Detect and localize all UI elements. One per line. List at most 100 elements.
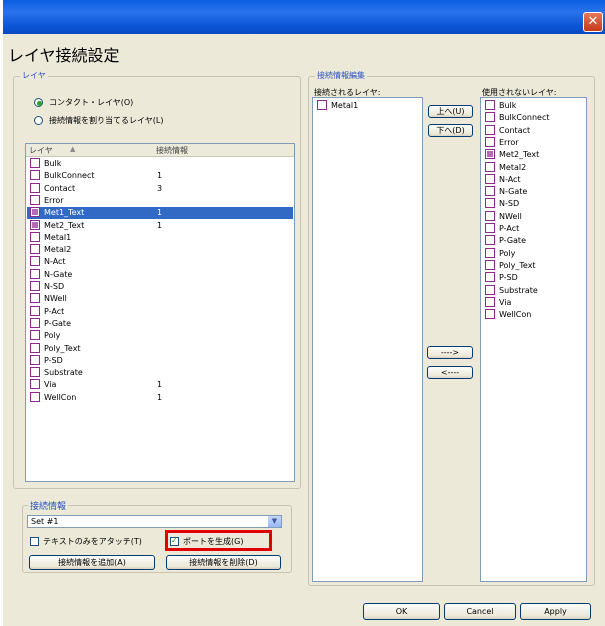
layer-name: N-SD bbox=[499, 199, 520, 209]
close-icon[interactable]: ✕ bbox=[583, 12, 603, 32]
list-item[interactable]: Metal2 bbox=[27, 244, 293, 256]
contact-layer-radio-label[interactable]: コンタクト・レイヤ(O) bbox=[49, 97, 133, 108]
layer-name: NWell bbox=[499, 211, 522, 221]
layer-name: Poly_Text bbox=[499, 260, 536, 270]
connected-layers-list[interactable]: Metal1 bbox=[312, 97, 423, 582]
assign-connection-radio[interactable] bbox=[34, 116, 43, 125]
list-item[interactable]: N-Gate bbox=[27, 268, 293, 281]
layer-name: P-SD bbox=[499, 273, 518, 283]
layer-name: Bulk bbox=[44, 159, 62, 168]
list-item[interactable]: P-Gate bbox=[27, 317, 293, 330]
layer-list[interactable]: レイヤ ▲ 接続情報 Bulk BulkConnect 1 Contact 3 Error… bbox=[25, 143, 295, 482]
layer-color-swatch bbox=[30, 268, 40, 279]
unused-layers-list[interactable]: Bulk BulkConnect Contact Error Met2_Text Meta… bbox=[480, 97, 587, 582]
list-item[interactable]: Poly bbox=[482, 247, 585, 260]
list-item[interactable]: Contact 3 bbox=[27, 182, 293, 195]
list-item[interactable]: P-Act bbox=[27, 305, 293, 318]
layer-name: N-Act bbox=[44, 257, 66, 267]
layer-color-swatch bbox=[30, 207, 40, 218]
list-item[interactable]: Met2_Text bbox=[482, 149, 585, 161]
layer-color-swatch bbox=[485, 247, 495, 258]
connection-value: 1 bbox=[157, 392, 163, 402]
layer-color-swatch bbox=[30, 281, 40, 291]
list-item[interactable]: Met2_Text 1 bbox=[27, 219, 293, 232]
list-item[interactable]: Bulk bbox=[482, 100, 585, 112]
move-right-button[interactable]: ----> bbox=[427, 346, 473, 359]
contact-layer-radio[interactable] bbox=[34, 98, 43, 107]
generate-port-checkbox[interactable] bbox=[170, 536, 179, 546]
connection-value: 1 bbox=[157, 380, 163, 390]
list-item[interactable]: Poly bbox=[27, 330, 293, 342]
layer-color-swatch bbox=[485, 161, 495, 172]
delete-connection-button[interactable]: 接続情報を削除(D) bbox=[166, 555, 281, 570]
assign-connection-radio-label[interactable]: 接続情報を割り当てるレイヤ(L) bbox=[49, 115, 163, 126]
layer-name: Met1_Text bbox=[44, 208, 85, 218]
list-item[interactable]: NWell bbox=[27, 293, 293, 305]
list-item[interactable]: Met1_Text 1 bbox=[27, 207, 293, 220]
layer-name: Substrate bbox=[44, 368, 83, 378]
list-item[interactable]: Substrate bbox=[482, 284, 585, 297]
list-item[interactable]: NWell bbox=[482, 210, 585, 223]
layer-color-swatch bbox=[30, 317, 40, 328]
layer-color-swatch bbox=[317, 100, 327, 110]
connection-value: 1 bbox=[157, 208, 163, 218]
connection-set-select[interactable]: Set #1 ▼ bbox=[27, 515, 282, 528]
attach-text-only-checkbox[interactable] bbox=[30, 537, 39, 546]
list-item[interactable]: N-SD bbox=[27, 281, 293, 293]
move-down-button[interactable]: 下へ(D) bbox=[428, 124, 473, 137]
list-item[interactable]: Metal1 bbox=[314, 100, 417, 112]
move-left-button[interactable]: <---- bbox=[427, 366, 473, 379]
layer-color-swatch bbox=[485, 100, 495, 110]
layer-name: Poly bbox=[44, 331, 61, 341]
layer-color-swatch bbox=[485, 284, 495, 295]
list-item[interactable]: WellCon 1 bbox=[27, 391, 293, 404]
chevron-down-icon[interactable]: ▼ bbox=[268, 516, 281, 527]
layer-color-swatch bbox=[485, 112, 495, 123]
list-item[interactable]: Via 1 bbox=[27, 379, 293, 391]
layer-color-swatch bbox=[30, 305, 40, 316]
layer-name: BulkConnect bbox=[44, 171, 95, 181]
generate-port-label[interactable]: ポートを生成(G) bbox=[183, 536, 243, 547]
layer-name: Error bbox=[499, 137, 519, 147]
list-item[interactable]: Via bbox=[482, 296, 585, 309]
list-item[interactable]: N-Act bbox=[27, 256, 293, 268]
layer-color-swatch bbox=[485, 272, 495, 283]
move-up-button[interactable]: 上へ(U) bbox=[428, 105, 473, 118]
list-item[interactable]: WellCon bbox=[482, 309, 585, 321]
layer-name: Metal2 bbox=[499, 162, 527, 172]
list-item[interactable]: Metal1 bbox=[27, 231, 293, 244]
attach-text-only-label[interactable]: テキストのみをアタッチ(T) bbox=[43, 536, 142, 547]
list-item[interactable]: BulkConnect bbox=[482, 112, 585, 124]
add-connection-button[interactable]: 接続情報を追加(A) bbox=[29, 555, 155, 570]
list-item[interactable]: N-Gate bbox=[482, 186, 585, 198]
layer-name: P-Act bbox=[499, 224, 520, 233]
list-item[interactable]: Error bbox=[27, 194, 293, 207]
list-item[interactable]: P-Act bbox=[482, 223, 585, 235]
list-item[interactable]: Substrate bbox=[27, 367, 293, 379]
list-item[interactable]: Poly_Text bbox=[27, 342, 293, 355]
list-item[interactable]: Metal2 bbox=[482, 161, 585, 174]
layer-name: Contact bbox=[44, 183, 76, 193]
layer-name: Bulk bbox=[499, 101, 517, 110]
list-item[interactable]: Error bbox=[482, 136, 585, 149]
layer-color-swatch bbox=[485, 124, 495, 135]
apply-button[interactable]: Apply bbox=[520, 603, 591, 620]
list-item[interactable]: N-SD bbox=[482, 198, 585, 210]
column-header-layer[interactable]: レイヤ bbox=[29, 145, 53, 156]
layer-name: P-Gate bbox=[44, 318, 71, 328]
list-item[interactable]: Contact bbox=[482, 124, 585, 137]
cancel-button[interactable]: Cancel bbox=[444, 603, 516, 620]
list-item[interactable]: P-Gate bbox=[482, 235, 585, 247]
list-item[interactable]: Bulk bbox=[27, 158, 293, 170]
list-item[interactable]: N-Act bbox=[482, 173, 585, 186]
layer-name: Poly bbox=[499, 248, 516, 258]
layer-list-header: レイヤ ▲ 接続情報 bbox=[26, 144, 294, 157]
list-item[interactable]: P-SD bbox=[27, 354, 293, 367]
list-item[interactable]: P-SD bbox=[482, 272, 585, 284]
list-item[interactable]: BulkConnect 1 bbox=[27, 170, 293, 182]
list-item[interactable]: Poly_Text bbox=[482, 259, 585, 272]
layer-name: WellCon bbox=[44, 392, 77, 402]
column-header-connection[interactable]: 接続情報 bbox=[156, 145, 188, 156]
ok-button[interactable]: OK bbox=[363, 603, 440, 620]
layer-color-swatch bbox=[485, 235, 495, 246]
